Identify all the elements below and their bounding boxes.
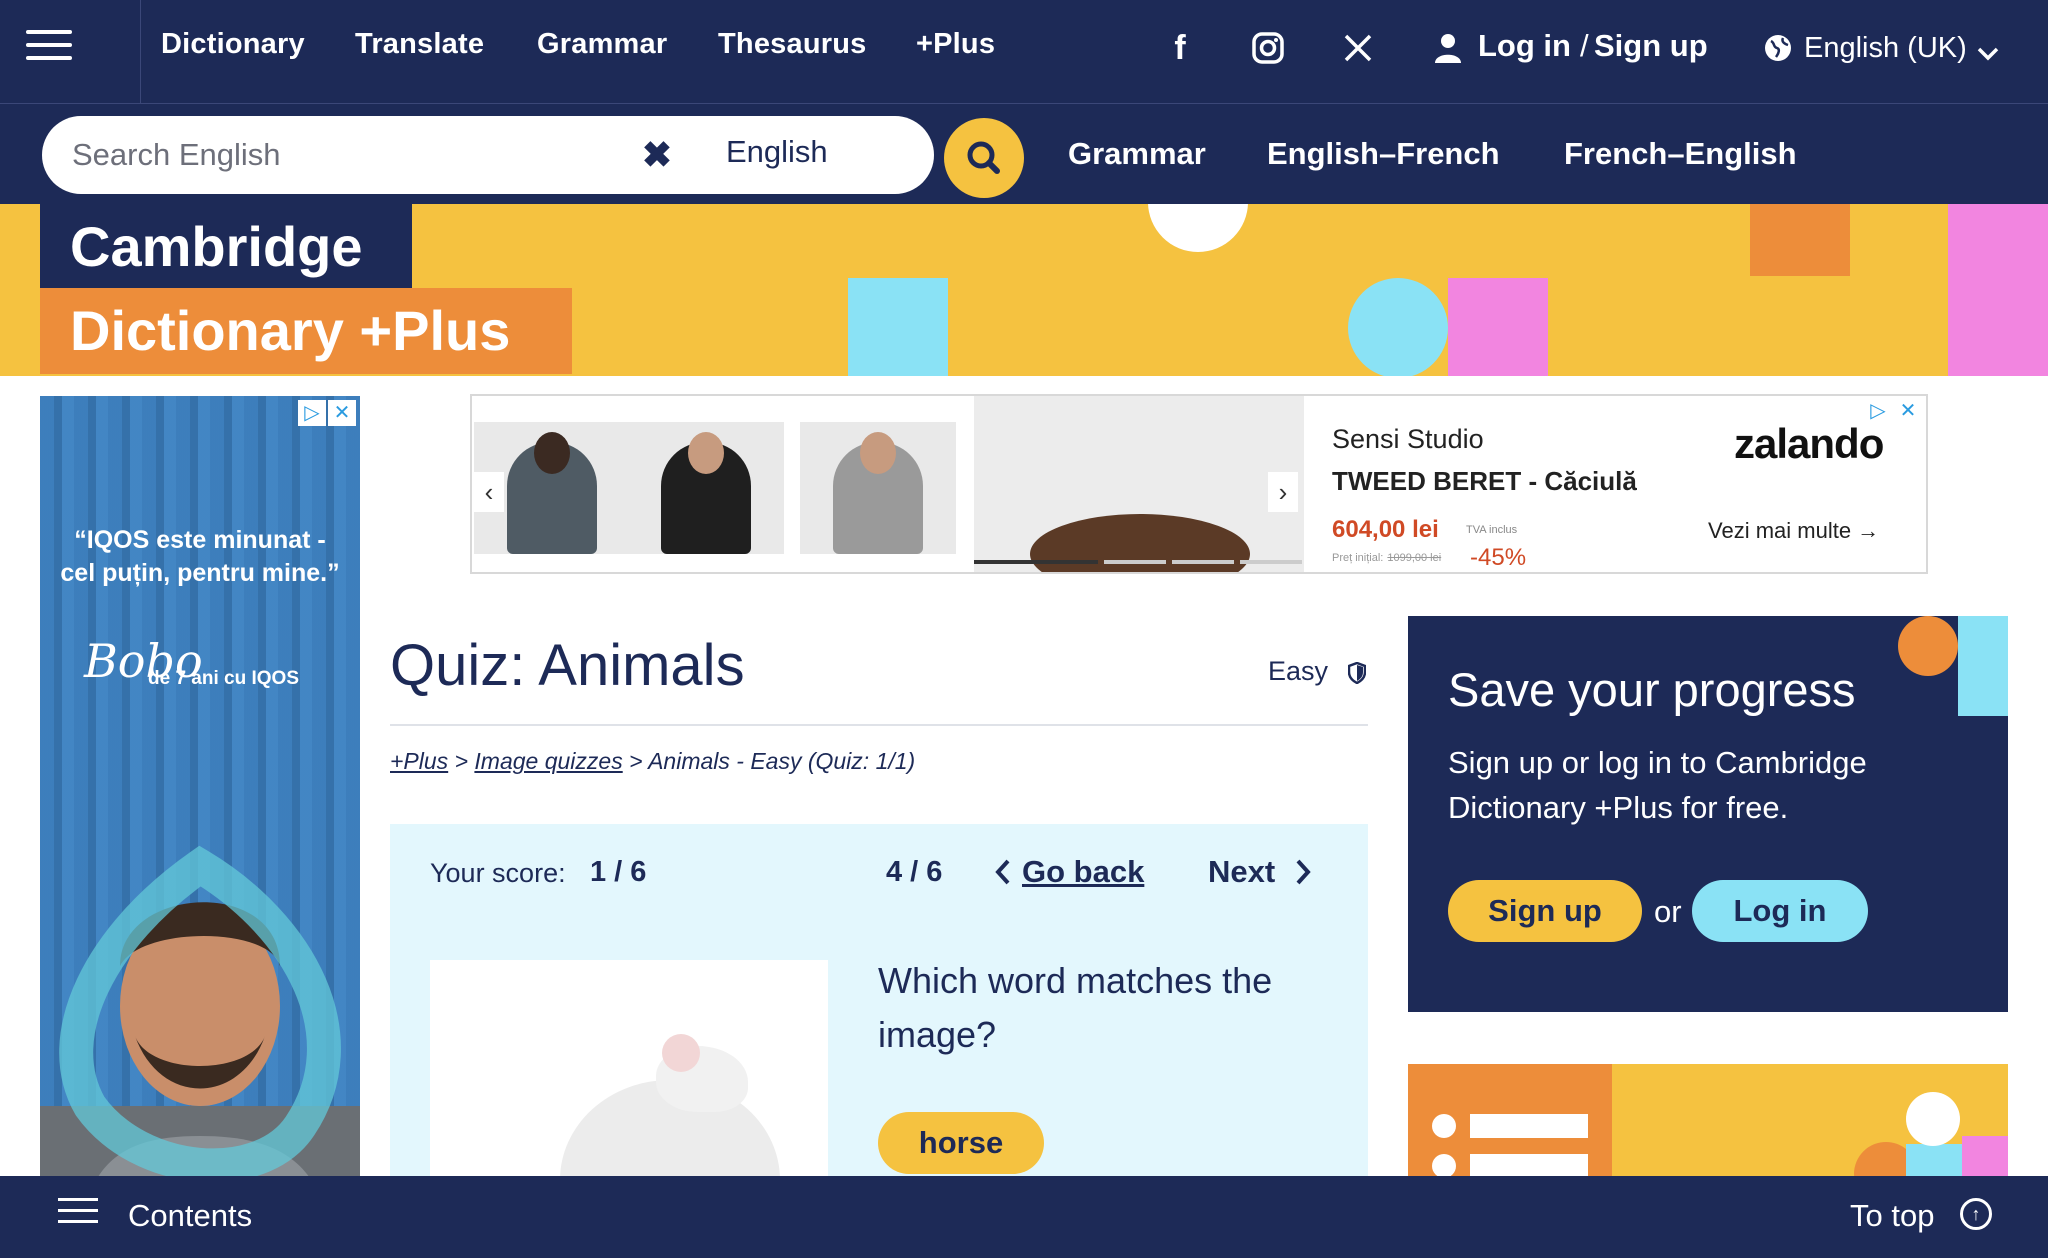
adchoices-icon[interactable]: ▷: [298, 400, 326, 426]
breadcrumb-current: > Animals - Easy (Quiz: 1/1): [629, 748, 916, 774]
dictionary-selector[interactable]: English: [726, 134, 956, 178]
ad-old-value: 1099,00 lei: [1387, 552, 1442, 564]
menu-icon[interactable]: [26, 30, 72, 66]
breadcrumb-separator: >: [454, 748, 469, 774]
go-back-button[interactable]: Go back: [994, 854, 1144, 890]
breadcrumb: +Plus > Image quizzes > Animals - Easy (…: [390, 748, 915, 775]
nav-plus[interactable]: +Plus: [916, 28, 995, 61]
nav-thesaurus[interactable]: Thesaurus: [718, 28, 866, 61]
logo-cambridge[interactable]: Cambridge: [40, 204, 412, 288]
close-ad-icon[interactable]: ✕: [328, 400, 356, 426]
next-label: Next: [1208, 854, 1276, 889]
adchoices-icon[interactable]: ▷: [1864, 398, 1892, 424]
login-button[interactable]: Log in: [1692, 880, 1868, 942]
facebook-icon[interactable]: f: [1160, 28, 1200, 68]
contents-icon[interactable]: [58, 1198, 98, 1232]
carousel-prev-icon[interactable]: ‹: [474, 472, 504, 512]
auth-separator: /: [1580, 28, 1589, 63]
panel-decoration: [1958, 616, 2008, 716]
difficulty-label: Easy: [1268, 656, 1329, 686]
ad-old-price: Preț inițial: 1099,00 lei: [1332, 552, 1441, 564]
ad-see-more-link[interactable]: Vezi mai multe →: [1708, 518, 1879, 544]
login-link[interactable]: Log in: [1478, 28, 1571, 64]
search-input[interactable]: [72, 134, 632, 176]
search-button[interactable]: [944, 118, 1024, 198]
close-ad-icon[interactable]: ✕: [1894, 398, 1922, 424]
ad-controls: ▷ ✕: [1862, 398, 1922, 424]
ad-price: 604,00 lei: [1332, 516, 1439, 543]
score-label: Your score:: [430, 858, 566, 888]
globe-icon: [1758, 28, 1798, 68]
save-progress-text: Sign up or log in to Cambridge Dictionar…: [1448, 745, 1867, 825]
site-banner: Cambridge Dictionary +Plus: [0, 204, 2048, 376]
save-progress-panel: Save your progress Sign up or log in to …: [1408, 616, 2008, 1012]
contents-link[interactable]: Contents: [128, 1198, 252, 1234]
nav-dictionary[interactable]: Dictionary: [161, 28, 305, 61]
ad-vat: TVA inclus: [1466, 524, 1518, 536]
nav-divider: [140, 0, 141, 104]
question-counter: 4 / 6: [886, 856, 943, 888]
go-back-label: Go back: [1022, 854, 1145, 889]
product-main-image[interactable]: [974, 396, 1304, 572]
quiz-question: Which word matches the image?: [878, 960, 1273, 1055]
ad-brand: Sensi Studio: [1332, 424, 1484, 454]
x-icon[interactable]: [1338, 28, 1378, 68]
ad-product-title[interactable]: TWEED BERET - Căciulă: [1332, 466, 1637, 497]
top-advertisement[interactable]: ‹ › Sensi Studio TWEED BERET - Căciulă 6…: [470, 394, 1928, 574]
chevron-left-icon: [995, 859, 1010, 885]
left-advertisement[interactable]: ▷ ✕ “IQOS este minunat - cel puțin, pentr…: [40, 396, 360, 1258]
language-selector[interactable]: English (UK): [1804, 32, 1967, 65]
user-icon[interactable]: [1428, 28, 1468, 68]
banner-decoration: [1348, 278, 1448, 376]
banner-decoration: [1948, 204, 2048, 376]
top-navigation: Dictionary Translate Grammar Thesaurus +…: [0, 0, 2048, 104]
answer-option[interactable]: horse: [878, 1112, 1044, 1174]
ad-quote: “IQOS este minunat - cel puțin, pentru m…: [60, 526, 340, 587]
clear-search-icon[interactable]: ✖: [638, 136, 676, 174]
breadcrumb-plus[interactable]: +Plus: [390, 748, 448, 774]
subnav-french-english[interactable]: French–English: [1564, 136, 1797, 172]
save-progress-title: Save your progress: [1448, 663, 1856, 716]
to-top-link[interactable]: To top: [1850, 1198, 1934, 1234]
dictionary-selector-label: English: [726, 134, 828, 169]
title-divider: [390, 724, 1368, 726]
carousel-next-icon[interactable]: ›: [1268, 472, 1298, 512]
carousel-indicators: [974, 560, 1304, 566]
product-image[interactable]: [800, 422, 956, 554]
ad-since: de 7 ani cu IQOS: [148, 668, 299, 689]
shield-icon: [1348, 662, 1366, 684]
page-title: Quiz: Animals: [390, 633, 745, 698]
chevron-down-icon[interactable]: [1968, 30, 2008, 70]
nav-grammar[interactable]: Grammar: [537, 28, 667, 61]
ad-controls: ▷ ✕: [296, 400, 356, 426]
banner-decoration: [1750, 204, 1850, 276]
score-value: 1 / 6: [590, 856, 647, 888]
or-label: or: [1654, 894, 1682, 929]
subnav-english-french[interactable]: English–French: [1267, 136, 1500, 172]
ad-old-label: Preț inițial:: [1332, 552, 1384, 564]
next-button[interactable]: Next: [1208, 854, 1312, 890]
instagram-icon[interactable]: [1248, 28, 1288, 68]
ad-discount: -45%: [1470, 544, 1527, 571]
search-icon: [967, 141, 1000, 174]
arrow-up-icon[interactable]: ↑: [1960, 1198, 1992, 1230]
banner-decoration: [1148, 204, 1248, 252]
product-image[interactable]: [628, 422, 784, 554]
chevron-right-icon: [1296, 859, 1311, 885]
panel-decoration: [1898, 616, 1958, 676]
nav-translate[interactable]: Translate: [355, 28, 484, 61]
signup-button[interactable]: Sign up: [1448, 880, 1642, 942]
logo-dictionary-plus[interactable]: Dictionary +Plus: [40, 288, 572, 374]
banner-decoration: [848, 278, 948, 376]
search-bar: ✖ English Grammar English–French French–…: [0, 104, 2048, 204]
subnav-grammar[interactable]: Grammar: [1068, 136, 1206, 172]
rat-ear: [662, 1034, 700, 1072]
search-box: ✖ English: [42, 116, 945, 194]
banner-decoration: [1448, 278, 1548, 376]
breadcrumb-image-quizzes[interactable]: Image quizzes: [474, 748, 622, 774]
zalando-logo[interactable]: zalando: [1734, 420, 1884, 468]
signup-link[interactable]: Sign up: [1594, 28, 1708, 64]
bottom-bar: Contents To top ↑: [0, 1176, 2048, 1258]
